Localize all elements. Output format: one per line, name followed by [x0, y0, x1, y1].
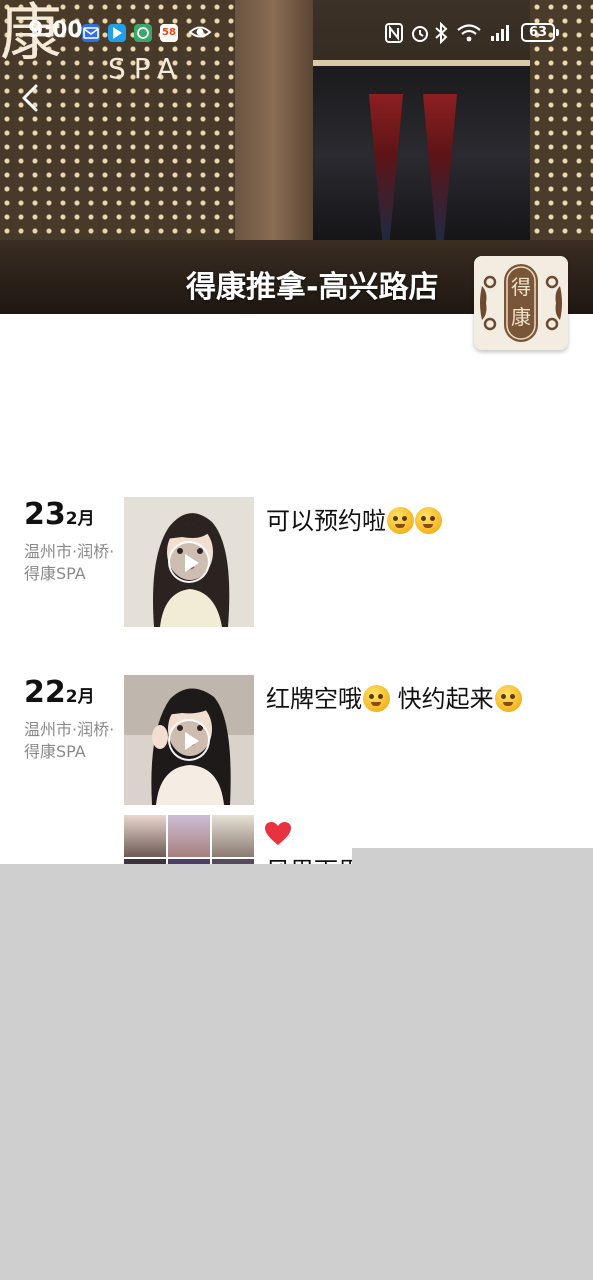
- cover-doorway: [313, 60, 530, 246]
- app-icon: [134, 24, 152, 42]
- post-text-content: 可以预约啦: [266, 507, 386, 535]
- post-date: 222月: [24, 675, 95, 710]
- mail-icon: [82, 24, 100, 42]
- emoji-icon: [494, 685, 522, 712]
- heart-icon: [265, 822, 291, 845]
- bluetooth-icon: [434, 21, 448, 49]
- alarm-icon: [410, 22, 430, 49]
- post-text-content: 快约起来: [390, 685, 494, 713]
- grid-photo[interactable]: [212, 815, 254, 857]
- post-video-thumbnail[interactable]: [124, 497, 254, 627]
- signal-icon: [490, 22, 514, 49]
- post-date-day: 23: [24, 497, 66, 532]
- back-button[interactable]: [14, 80, 50, 116]
- post-text: 可以预约啦: [266, 501, 442, 536]
- profile-name: 得康推拿-高兴路店: [186, 270, 439, 305]
- play-store-icon: [108, 24, 126, 42]
- post-location[interactable]: 温州市·润桥·得康SPA: [24, 719, 116, 763]
- grid-photo[interactable]: [124, 815, 166, 857]
- cover-door-panel: [423, 94, 457, 244]
- wifi-icon: [456, 22, 482, 49]
- avatar-text: 得康: [511, 275, 531, 329]
- emoji-icon: [363, 685, 390, 712]
- play-icon[interactable]: [168, 719, 210, 761]
- post-text: 红牌空哦 快约起来: [266, 679, 522, 714]
- post-location[interactable]: 温州市·润桥·得康SPA: [24, 541, 116, 585]
- blank-overlay: [0, 864, 593, 1280]
- cover-door-panel: [369, 94, 403, 244]
- nfc-icon: [385, 22, 403, 49]
- chevron-left-icon: [22, 84, 38, 112]
- emoji-icon: [415, 507, 442, 534]
- post-date-month: 2月: [65, 509, 95, 529]
- 58-icon: 58: [160, 24, 178, 42]
- cover-sign-sub: SPA: [108, 52, 185, 85]
- status-time: 9:00: [28, 18, 83, 43]
- post-date-day: 22: [24, 675, 66, 710]
- post-text-content: 红牌空哦: [266, 685, 362, 713]
- post-date: 232月: [24, 497, 95, 532]
- post-video-thumbnail[interactable]: [124, 675, 254, 805]
- battery-indicator: 63: [521, 23, 559, 42]
- avatar[interactable]: 得康: [474, 256, 568, 350]
- post-date-month: 2月: [65, 687, 95, 707]
- grid-photo[interactable]: [168, 815, 210, 857]
- emoji-icon: [387, 507, 414, 534]
- play-icon[interactable]: [168, 541, 210, 583]
- eye-icon: [188, 22, 212, 47]
- status-bar: 9:00 58 63: [0, 14, 593, 54]
